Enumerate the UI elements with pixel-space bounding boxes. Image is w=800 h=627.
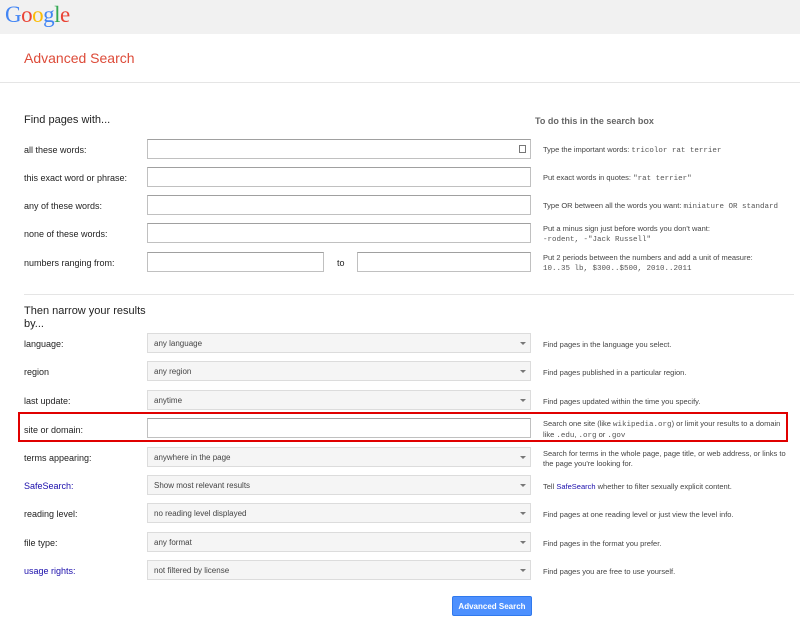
highlight-box <box>18 412 788 442</box>
numbers-to-label: to <box>337 258 345 268</box>
safesearch-hint-link[interactable]: SafeSearch <box>556 482 595 491</box>
dropdown-arrow-icon <box>520 512 526 515</box>
terms-appearing-selected: anywhere in the page <box>154 453 231 462</box>
hint-text: Put exact words in quotes: <box>543 173 634 182</box>
any-words-label: any of these words: <box>24 201 103 211</box>
top-bar: Google <box>0 0 800 34</box>
exact-phrase-hint: Put exact words in quotes: "rat terrier" <box>543 173 793 184</box>
hint-text: Type OR between all the words you want: <box>543 201 684 210</box>
numbers-range-label: numbers ranging from: <box>24 258 115 268</box>
last-update-select[interactable]: anytime <box>147 390 531 410</box>
last-update-label: last update: <box>24 396 71 406</box>
region-label: region <box>24 367 50 377</box>
usage-rights-select[interactable]: not filtered by license <box>147 560 531 580</box>
numbers-from-input[interactable] <box>147 252 324 272</box>
dropdown-arrow-icon <box>520 370 526 373</box>
safesearch-hint: Tell SafeSearch whether to filter sexual… <box>543 482 793 492</box>
any-words-input[interactable] <box>147 195 531 215</box>
dropdown-arrow-icon <box>520 399 526 402</box>
terms-appearing-hint: Search for terms in the whole page, page… <box>543 449 786 468</box>
hint-text: Put 2 periods between the numbers and ad… <box>543 253 753 262</box>
advanced-search-button[interactable]: Advanced Search <box>452 596 532 616</box>
title-bar: Advanced Search <box>0 34 800 83</box>
usage-rights-hint: Find pages you are free to use yourself. <box>543 567 676 576</box>
none-words-hint: Put a minus sign just before words you d… <box>543 224 793 245</box>
safesearch-link[interactable]: SafeSearch: <box>24 481 74 491</box>
none-words-label: none of these words: <box>24 229 108 239</box>
logo-letter: o <box>32 2 44 27</box>
hint-example: "rat terrier" <box>633 175 692 183</box>
language-label: language: <box>24 339 64 349</box>
usage-rights-link[interactable]: usage rights: <box>24 566 76 576</box>
hint-text: Put a minus sign just before words you d… <box>543 224 710 233</box>
file-type-select[interactable]: any format <box>147 532 531 552</box>
google-logo[interactable]: Google <box>5 2 70 28</box>
language-hint: Find pages in the language you select. <box>543 340 672 349</box>
keyboard-icon[interactable] <box>519 145 526 153</box>
logo-letter: g <box>43 2 55 27</box>
exact-phrase-input[interactable] <box>147 167 531 187</box>
reading-level-select[interactable]: no reading level displayed <box>147 503 531 523</box>
dropdown-arrow-icon <box>520 569 526 572</box>
terms-appearing-label: terms appearing: <box>24 453 92 463</box>
hint-example: -rodent, -"Jack Russell" <box>543 236 652 244</box>
hint-example: miniature OR standard <box>683 203 779 211</box>
hint-text: whether to filter sexually explicit cont… <box>595 482 732 491</box>
terms-appearing-select[interactable]: anywhere in the page <box>147 447 531 467</box>
all-words-label: all these words: <box>24 145 87 155</box>
reading-level-label: reading level: <box>24 509 78 519</box>
file-type-selected: any format <box>154 538 192 547</box>
logo-letter: G <box>5 2 22 27</box>
dropdown-arrow-icon <box>520 541 526 544</box>
file-type-label: file type: <box>24 538 58 548</box>
all-words-input[interactable] <box>147 139 531 159</box>
last-update-hint: Find pages updated within the time you s… <box>543 397 701 406</box>
find-section-heading: Find pages with... <box>24 114 111 126</box>
page-title: Advanced Search <box>24 50 135 66</box>
safesearch-select[interactable]: Show most relevant results <box>147 475 531 495</box>
none-words-input[interactable] <box>147 223 531 243</box>
region-hint: Find pages published in a particular reg… <box>543 368 687 377</box>
all-words-hint: Type the important words: tricolor rat t… <box>543 145 793 156</box>
usage-rights-selected: not filtered by license <box>154 566 230 575</box>
reading-level-hint: Find pages at one reading level or just … <box>543 510 734 519</box>
last-update-selected: anytime <box>154 396 183 405</box>
exact-phrase-label: this exact word or phrase: <box>24 173 128 183</box>
region-selected: any region <box>154 367 192 376</box>
reading-level-selected: no reading level displayed <box>154 509 247 518</box>
hint-text: Tell <box>543 482 557 491</box>
narrow-section-heading: Then narrow your results by... <box>24 305 146 330</box>
dropdown-arrow-icon <box>520 342 526 345</box>
any-words-hint: Type OR between all the words you want: … <box>543 201 793 212</box>
safesearch-selected: Show most relevant results <box>154 481 251 490</box>
logo-letter: o <box>21 2 33 27</box>
hint-example: tricolor rat terrier <box>631 147 722 155</box>
dropdown-arrow-icon <box>520 456 526 459</box>
hint-text: Type the important words: <box>543 145 632 154</box>
section-divider <box>24 294 794 295</box>
dropdown-arrow-icon <box>520 484 526 487</box>
numbers-to-input[interactable] <box>357 252 531 272</box>
language-select[interactable]: any language <box>147 333 531 353</box>
language-selected: any language <box>154 339 203 348</box>
hint-example: 10..35 lb, $300..$500, 2010..2011 <box>543 265 692 273</box>
region-select[interactable]: any region <box>147 361 531 381</box>
search-box-column-heading: To do this in the search box <box>535 116 654 126</box>
numbers-range-hint: Put 2 periods between the numbers and ad… <box>543 253 793 274</box>
file-type-hint: Find pages in the format you prefer. <box>543 539 662 548</box>
logo-letter: e <box>60 2 70 27</box>
